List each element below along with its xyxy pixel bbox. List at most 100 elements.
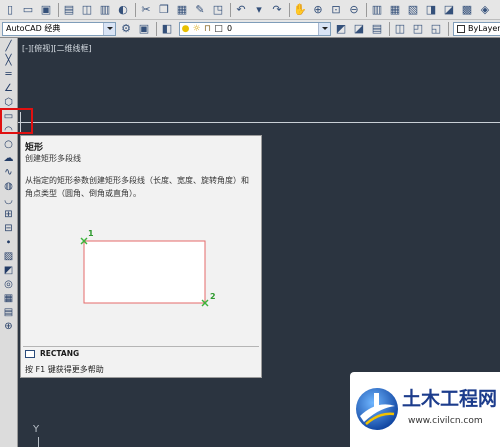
layer-walk-icon[interactable]: ◰ [410, 21, 426, 37]
ellipse-arc-icon[interactable]: ◡ [1, 194, 17, 208]
new-file-icon[interactable]: ▯ [2, 2, 18, 18]
crosshair-horizontal [18, 122, 500, 123]
rectangle-tooltip: 矩形 创建矩形多段线 从指定的矩形参数创建矩形多段线（长度、宽度、旋转角度）和 … [20, 135, 262, 378]
design-center-icon[interactable]: ▦ [387, 2, 403, 18]
toolbar-separator [135, 2, 136, 17]
multiline-text-icon[interactable]: ▤ [1, 306, 17, 320]
tool-palettes-icon[interactable]: ▧ [405, 2, 421, 18]
save-icon[interactable]: ▣ [38, 2, 54, 18]
standard-toolbar: ▯ ▭ ▣ ▤ ◫ ▥ ◐ ✂ ❐ ▦ ✎ ◳ ↶ ▾ ↷ ✋ ⊕ ⊡ ⊖ ▥ ▦ ▧ ◨ ◪ ▩ ◈ [0, 0, 500, 20]
toolbar-separator [448, 21, 449, 36]
3d-dwf-icon[interactable]: ◐ [115, 2, 131, 18]
markup-set-manager-icon[interactable]: ◪ [441, 2, 457, 18]
make-block-icon[interactable]: ⊟ [1, 222, 17, 236]
region-icon[interactable]: ◎ [1, 278, 17, 292]
multiline-icon[interactable]: ═ [1, 68, 17, 82]
toolbar-separator [389, 21, 390, 36]
layer-states-icon[interactable]: ▤ [369, 21, 385, 37]
cut-icon[interactable]: ✂ [138, 2, 154, 18]
layer-on-bulb-icon[interactable]: ● [180, 23, 191, 35]
workspace-dropdown[interactable]: AutoCAD 经典 [2, 21, 116, 36]
plot-icon[interactable]: ▤ [61, 2, 77, 18]
layer-dropdown[interactable]: ● ☼ ⊓ □ 0 [179, 21, 331, 36]
layer-isolate-icon[interactable]: ◫ [392, 21, 408, 37]
ellipse-icon[interactable]: ◍ [1, 180, 17, 194]
toolbar-separator [156, 21, 157, 36]
illustration-rectangle [83, 240, 206, 304]
circle-icon[interactable]: ○ [1, 138, 17, 152]
rectangle-command-icon [25, 349, 35, 358]
layer-color-swatch-icon[interactable]: □ [213, 23, 224, 35]
workspace-dropdown-value: AutoCAD 经典 [6, 23, 61, 33]
corner-point-1-label: 1 [88, 229, 94, 238]
properties-icon[interactable]: ▥ [369, 2, 385, 18]
pan-realtime-icon[interactable]: ✋ [292, 2, 308, 18]
zoom-previous-icon[interactable]: ⊖ [346, 2, 362, 18]
toolbar-separator [366, 2, 367, 17]
workspace-settings-gear-icon[interactable]: ⚙ [118, 21, 134, 37]
watermark-site-name: 土木工程网 [402, 388, 498, 410]
workspaces-layers-toolbar: AutoCAD 经典 ⚙ ▣ ◧ ● ☼ ⊓ □ 0 ◩ ◪ ▤ ◫ ◰ ◱ ByLayer [0, 20, 500, 38]
plot-preview-icon[interactable]: ◫ [79, 2, 95, 18]
layer-dropdown-button[interactable] [318, 22, 330, 35]
tooltip-command-row: RECTANG [25, 349, 79, 358]
undo-icon[interactable]: ↶ [233, 2, 249, 18]
layer-state-icons: ● ☼ ⊓ □ [180, 23, 224, 35]
chevron-down-icon [106, 27, 113, 30]
watermark-site-url: www.civilcn.com [408, 416, 483, 426]
zoom-window-icon[interactable]: ⊡ [328, 2, 344, 18]
workspace-icons: ⚙ ▣ [118, 21, 154, 37]
my-workspace-icon[interactable]: ▣ [136, 21, 152, 37]
insert-block-icon[interactable]: ⊞ [1, 208, 17, 222]
table-icon[interactable]: ▦ [1, 292, 17, 306]
copy-icon[interactable]: ❐ [156, 2, 172, 18]
color-swatch-icon [457, 24, 465, 33]
make-object-layer-current-icon[interactable]: ◩ [333, 21, 349, 37]
layer-dropdown-value: 0 [227, 23, 233, 33]
toolbar-separator [230, 2, 231, 17]
viewport-controls-label[interactable]: [-][俯视][二维线框] [22, 43, 92, 54]
color-dropdown-value: ByLayer [468, 23, 500, 33]
tooltip-command-name: RECTANG [40, 349, 80, 358]
layer-freeze-icon[interactable]: ◱ [428, 21, 444, 37]
rectangle-tool-highlight [0, 108, 33, 134]
layer-tools-left: ◧ [159, 21, 177, 37]
spline-icon[interactable]: ∿ [1, 166, 17, 180]
undo-dropdown-icon[interactable]: ▾ [251, 2, 267, 18]
layer-unlock-icon[interactable]: ⊓ [202, 23, 213, 35]
layer-tools-right: ◩ ◪ ▤ [333, 21, 387, 37]
chevron-down-icon [321, 27, 328, 30]
gradient-icon[interactable]: ◩ [1, 264, 17, 278]
paste-icon[interactable]: ▦ [174, 2, 190, 18]
layer-properties-icon[interactable]: ◧ [159, 21, 175, 37]
redo-icon[interactable]: ↷ [269, 2, 285, 18]
polyline-icon[interactable]: ∠ [1, 82, 17, 96]
revision-cloud-icon[interactable]: ☁ [1, 152, 17, 166]
construction-line-icon[interactable]: ╳ [1, 54, 17, 68]
rectangle-illustration: 1 2 [80, 229, 216, 307]
sheet-set-manager-icon[interactable]: ◨ [423, 2, 439, 18]
toolbar-separator [289, 2, 290, 17]
zoom-realtime-icon[interactable]: ⊕ [310, 2, 326, 18]
open-file-icon[interactable]: ▭ [20, 2, 36, 18]
publish-icon[interactable]: ▥ [97, 2, 113, 18]
toolbar-separator [58, 2, 59, 17]
layer-previous-icon[interactable]: ◪ [351, 21, 367, 37]
quickcalc-icon[interactable]: ▩ [459, 2, 475, 18]
color-dropdown[interactable]: ByLayer [453, 21, 500, 36]
match-properties-icon[interactable]: ✎ [192, 2, 208, 18]
layer-thaw-sun-icon[interactable]: ☼ [191, 23, 202, 35]
layer-tools-more: ◫ ◰ ◱ [392, 21, 446, 37]
help-icon[interactable]: ◈ [477, 2, 493, 18]
point-icon[interactable]: ∙ [1, 236, 17, 250]
hatch-icon[interactable]: ▨ [1, 250, 17, 264]
civilcn-logo-icon [356, 388, 398, 430]
workspace-dropdown-button[interactable] [103, 22, 115, 35]
line-icon[interactable]: ╱ [1, 40, 17, 54]
draw-toolbar: ╱ ╳ ═ ∠ ⬡ ▭ ◠ ○ ☁ ∿ ◍ ◡ ⊞ ⊟ ∙ ▨ ◩ ◎ ▦ ▤ ⊕ [0, 38, 18, 447]
block-editor-icon[interactable]: ◳ [210, 2, 226, 18]
ucs-y-axis-label: Y [33, 424, 40, 435]
corner-point-2-label: 2 [210, 292, 216, 301]
add-selected-icon[interactable]: ⊕ [1, 320, 17, 334]
tooltip-help-hint: 按 F1 键获得更多帮助 [25, 365, 104, 374]
